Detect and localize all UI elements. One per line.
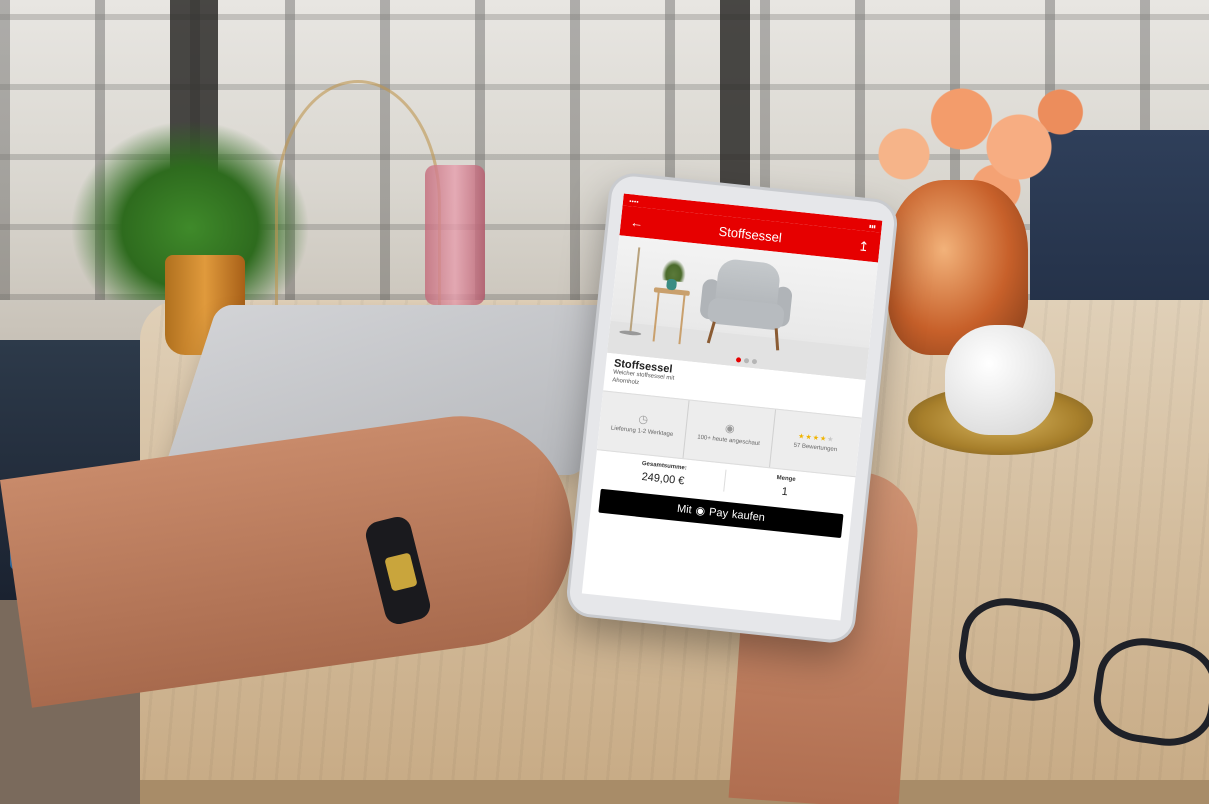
tablet: ●●●● ▮▮▮ ← Stoffsessel ↥ Stoffsessel Wei…	[567, 174, 897, 642]
total-price: 249,00 €	[641, 470, 685, 487]
views-info: ◉ 100+ heute angeschaut	[683, 400, 777, 467]
star-rating: ★★★★★	[798, 432, 835, 444]
status-time: ●●●●	[628, 197, 640, 204]
pay-brand: Pay	[708, 505, 729, 520]
quantity-value[interactable]: 1	[781, 485, 788, 498]
eye-icon: ◉	[724, 422, 736, 435]
share-icon[interactable]: ↥	[855, 237, 873, 255]
carousel-dot[interactable]	[751, 358, 758, 365]
star-empty-icon: ★	[826, 436, 835, 444]
pay-suffix: kaufen	[731, 508, 766, 524]
carousel-dot[interactable]	[735, 357, 742, 363]
quantity-column: Menge 1	[724, 469, 847, 504]
gold-lamp	[275, 80, 441, 326]
pink-bottle	[425, 165, 485, 305]
quantity-label: Menge	[776, 474, 796, 483]
status-battery: ▮▮▮	[868, 222, 877, 229]
pay-prefix: Mit	[676, 502, 693, 516]
delivery-info: ◷ Lieferung 1-2 Werktage	[597, 391, 690, 458]
arrow-left-icon[interactable]: ←	[628, 213, 646, 231]
tablet-screen: ●●●● ▮▮▮ ← Stoffsessel ↥ Stoffsessel Wei…	[581, 193, 883, 621]
rating-label: 57 Bewertungen	[793, 442, 838, 454]
image-floor-lamp	[629, 247, 641, 334]
total-column: Gesamtsumme: 249,00 €	[601, 456, 727, 492]
white-cup	[945, 325, 1055, 435]
table-edge	[140, 780, 1209, 804]
image-plant-vase	[666, 278, 678, 291]
carousel-dot[interactable]	[743, 358, 750, 364]
rating-info[interactable]: ★★★★★ 57 Bewertungen	[770, 409, 862, 476]
apple-logo-icon: ◉	[694, 504, 706, 518]
delivery-label: Lieferung 1-2 Werktage	[610, 425, 674, 438]
clock-icon: ◷	[637, 412, 649, 426]
total-label: Gesamtsumme:	[641, 460, 688, 472]
header-title: Stoffsessel	[717, 223, 783, 245]
views-label: 100+ heute angeschaut	[696, 434, 761, 447]
